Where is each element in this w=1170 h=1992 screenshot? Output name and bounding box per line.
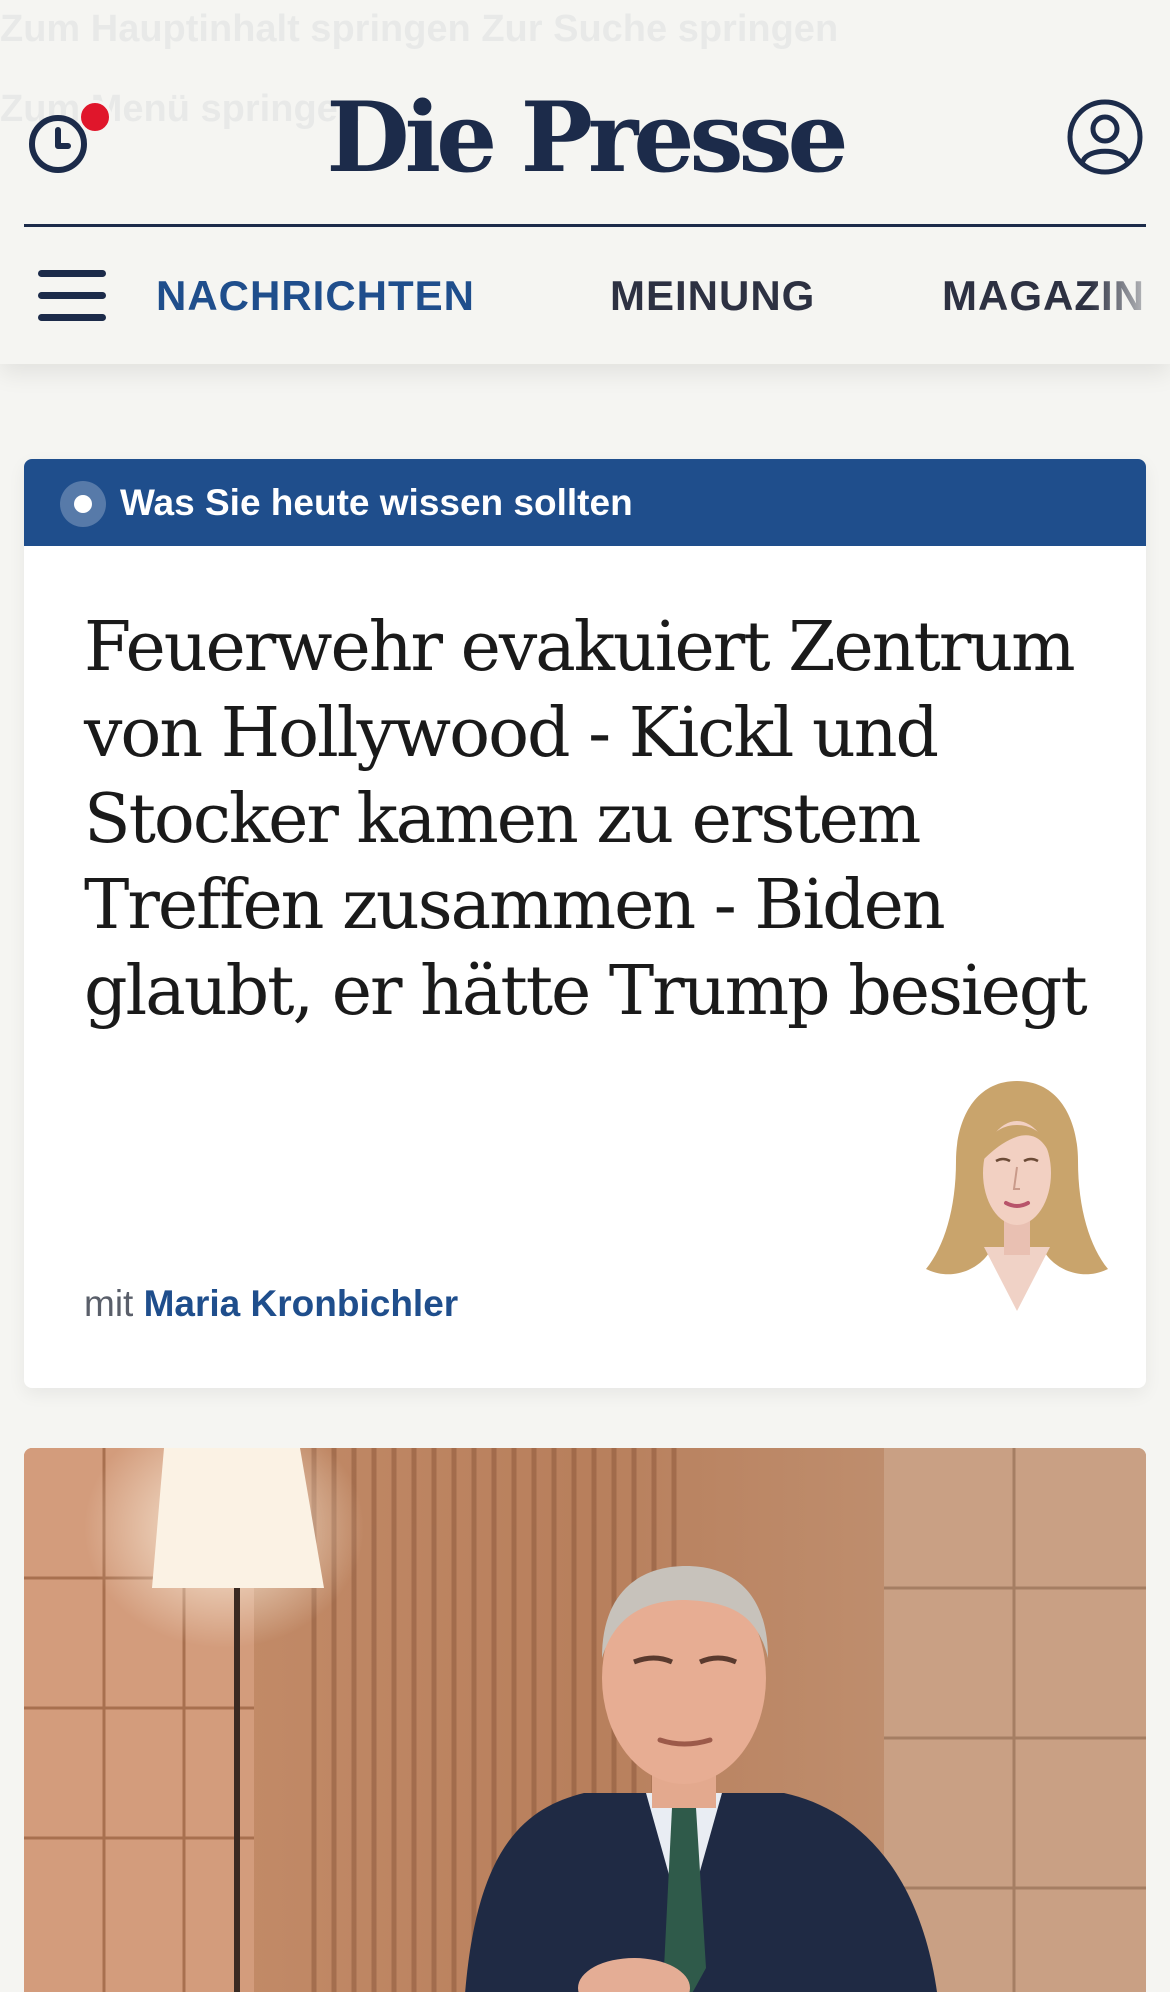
live-dot-icon: [60, 481, 106, 527]
main-nav: NACHRICHTEN MEINUNG MAGAZIN: [156, 270, 1170, 322]
nav-item-nachrichten[interactable]: NACHRICHTEN: [156, 270, 475, 322]
briefing-bar[interactable]: Was Sie heute wissen sollten: [24, 459, 1146, 546]
briefing-headline[interactable]: Feuerwehr evakuiert Zentrum von Hollywoo…: [84, 605, 1094, 1035]
author-portrait: [926, 1081, 1108, 1311]
user-icon: [1067, 99, 1143, 175]
hamburger-icon-bar-1: [38, 270, 106, 277]
briefing-bar-label: Was Sie heute wissen sollten: [120, 482, 633, 523]
nav-item-meinung[interactable]: MEINUNG: [610, 270, 815, 322]
site-header: Zum Hauptinhalt springen Zur Suche sprin…: [0, 0, 1170, 364]
briefing-card: Was Sie heute wissen sollten Feuerwehr e…: [24, 459, 1146, 1388]
lead-article-photo[interactable]: [24, 1448, 1146, 1992]
header-divider: [24, 224, 1146, 227]
hamburger-icon-bar-2: [38, 292, 106, 299]
skip-links-ghost: Zum Hauptinhalt springen Zur Suche sprin…: [0, 8, 839, 50]
byline: mit Maria Kronbichler: [84, 1279, 458, 1329]
menu-button[interactable]: [38, 268, 106, 324]
photo-image: [24, 1448, 1146, 1992]
nav-fade: [1090, 270, 1170, 322]
byline-author[interactable]: Maria Kronbichler: [144, 1283, 459, 1324]
site-logo[interactable]: Die Presse: [0, 78, 1170, 198]
account-button[interactable]: [1066, 98, 1144, 176]
byline-prefix: mit: [84, 1283, 134, 1324]
hamburger-icon-bar-3: [38, 314, 106, 321]
